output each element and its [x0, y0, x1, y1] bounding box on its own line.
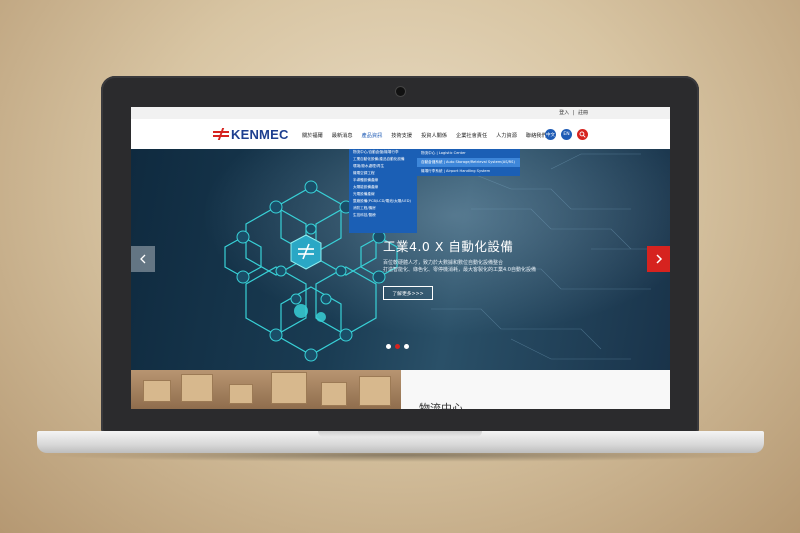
learn-more-button[interactable]: 了解更多>>> — [383, 286, 433, 300]
hero-subtitle-line-2: 打造智能化、綠色化、零停機消耗，最大客製化的工業4.0自動化設備 — [383, 267, 536, 273]
submenu-item[interactable]: 機場行李系統 | Airport Handling System — [417, 167, 520, 176]
laptop-notch — [318, 431, 482, 437]
nav-item[interactable]: 企業社會責任 — [456, 132, 487, 139]
logo-text: KENMEC — [231, 126, 289, 142]
nav-item[interactable]: 最新消息 — [332, 132, 353, 139]
section-title: 物流中心 — [419, 402, 463, 409]
search-icon — [579, 131, 586, 138]
main-nav: 關於福爾 最新消息 產品資訊 技術支援 投資人關係 企業社會責任 人力資源 聯絡我們 — [302, 132, 556, 139]
nav-item[interactable]: 人力資源 — [496, 132, 517, 139]
warehouse-boxes-image — [131, 370, 401, 409]
login-link[interactable]: 登入 — [559, 110, 569, 116]
website-screen: 登入 | 註冊 KENMEC 關於福爾 最新消息 產品資訊 技術支援 投資人關係 企業社會… — [131, 107, 670, 409]
nav-item[interactable]: 關於福爾 — [302, 132, 323, 139]
products-submenu: 物流中心 | Logistic Center 自動倉儲系統 | Auto Stor… — [417, 149, 520, 176]
register-link[interactable]: 註冊 — [578, 110, 588, 116]
products-dropdown-menu: 物流中心/自動倉儲/機場行李 工業自動化設備/產品自動化設備 環境/廢水處理/再生機… — [349, 149, 417, 233]
hero-subtitle-line-1: 百位軟硬體人才，致力於大數據和數位自動化設備整合 — [383, 260, 504, 266]
dropdown-item[interactable]: 太陽能設備產線 — [349, 184, 417, 191]
dropdown-item[interactable]: 消防工程/機房 — [349, 205, 417, 212]
search-button[interactable] — [577, 129, 588, 140]
lang-en-button[interactable]: EN — [561, 129, 572, 140]
auth-separator: | — [572, 110, 575, 116]
slide-dot[interactable] — [386, 344, 391, 349]
next-slide-button[interactable] — [647, 246, 670, 272]
slide-dot[interactable] — [404, 344, 409, 349]
dropdown-item[interactable]: 半導體設備產線 — [349, 177, 417, 184]
dropdown-item[interactable]: 整廠設備(PCB/LCD/電池/太陽/LED) — [349, 198, 417, 205]
site-logo[interactable]: KENMEC — [213, 126, 289, 142]
dropdown-item[interactable]: 機電空調工程 — [349, 170, 417, 177]
hero-subtitle: 百位軟硬體人才，致力於大數據和數位自動化設備整合 打造智能化、綠色化、零停機消耗… — [383, 260, 573, 274]
dropdown-item[interactable]: 環境/廢水處理/再生 — [349, 163, 417, 170]
kenmec-logo-icon — [213, 128, 229, 140]
hero-title: 工業4.0 X 自動化設備 — [383, 239, 514, 254]
nav-item[interactable]: 技術支援 — [391, 132, 412, 139]
utility-bar: 登入 | 註冊 — [131, 107, 670, 119]
lang-zh-button[interactable]: 中文 — [545, 129, 556, 140]
dropdown-item[interactable]: 生技科技/醫療 — [349, 212, 417, 219]
submenu-item[interactable]: 物流中心 | Logistic Center — [417, 149, 520, 158]
section-panel: 物流中心 — [401, 370, 670, 409]
nav-item[interactable]: 投資人關係 — [421, 132, 447, 139]
dropdown-item[interactable]: 物流中心/自動倉儲/機場行李 — [349, 149, 417, 156]
site-header: KENMEC 關於福爾 最新消息 產品資訊 技術支援 投資人關係 企業社會責任 人力資源 聯絡… — [131, 119, 670, 149]
chevron-right-icon — [655, 254, 662, 264]
nav-item[interactable]: 產品資訊 — [362, 132, 383, 139]
chevron-left-icon — [140, 254, 146, 264]
dropdown-item[interactable]: 光電設備產線 — [349, 191, 417, 198]
prev-slide-button[interactable] — [131, 246, 155, 272]
nav-item[interactable]: 聯絡我們 — [526, 132, 547, 139]
slide-dot[interactable] — [395, 344, 400, 349]
slide-indicators — [386, 344, 413, 349]
submenu-item[interactable]: 自動倉儲系統 | Auto Storage/Retrieval System(A… — [417, 158, 520, 167]
auth-links: 登入 | 註冊 — [558, 109, 589, 116]
dropdown-item[interactable]: 工業自動化設備/產品自動化設備 — [349, 156, 417, 163]
webcam-icon — [396, 87, 405, 96]
